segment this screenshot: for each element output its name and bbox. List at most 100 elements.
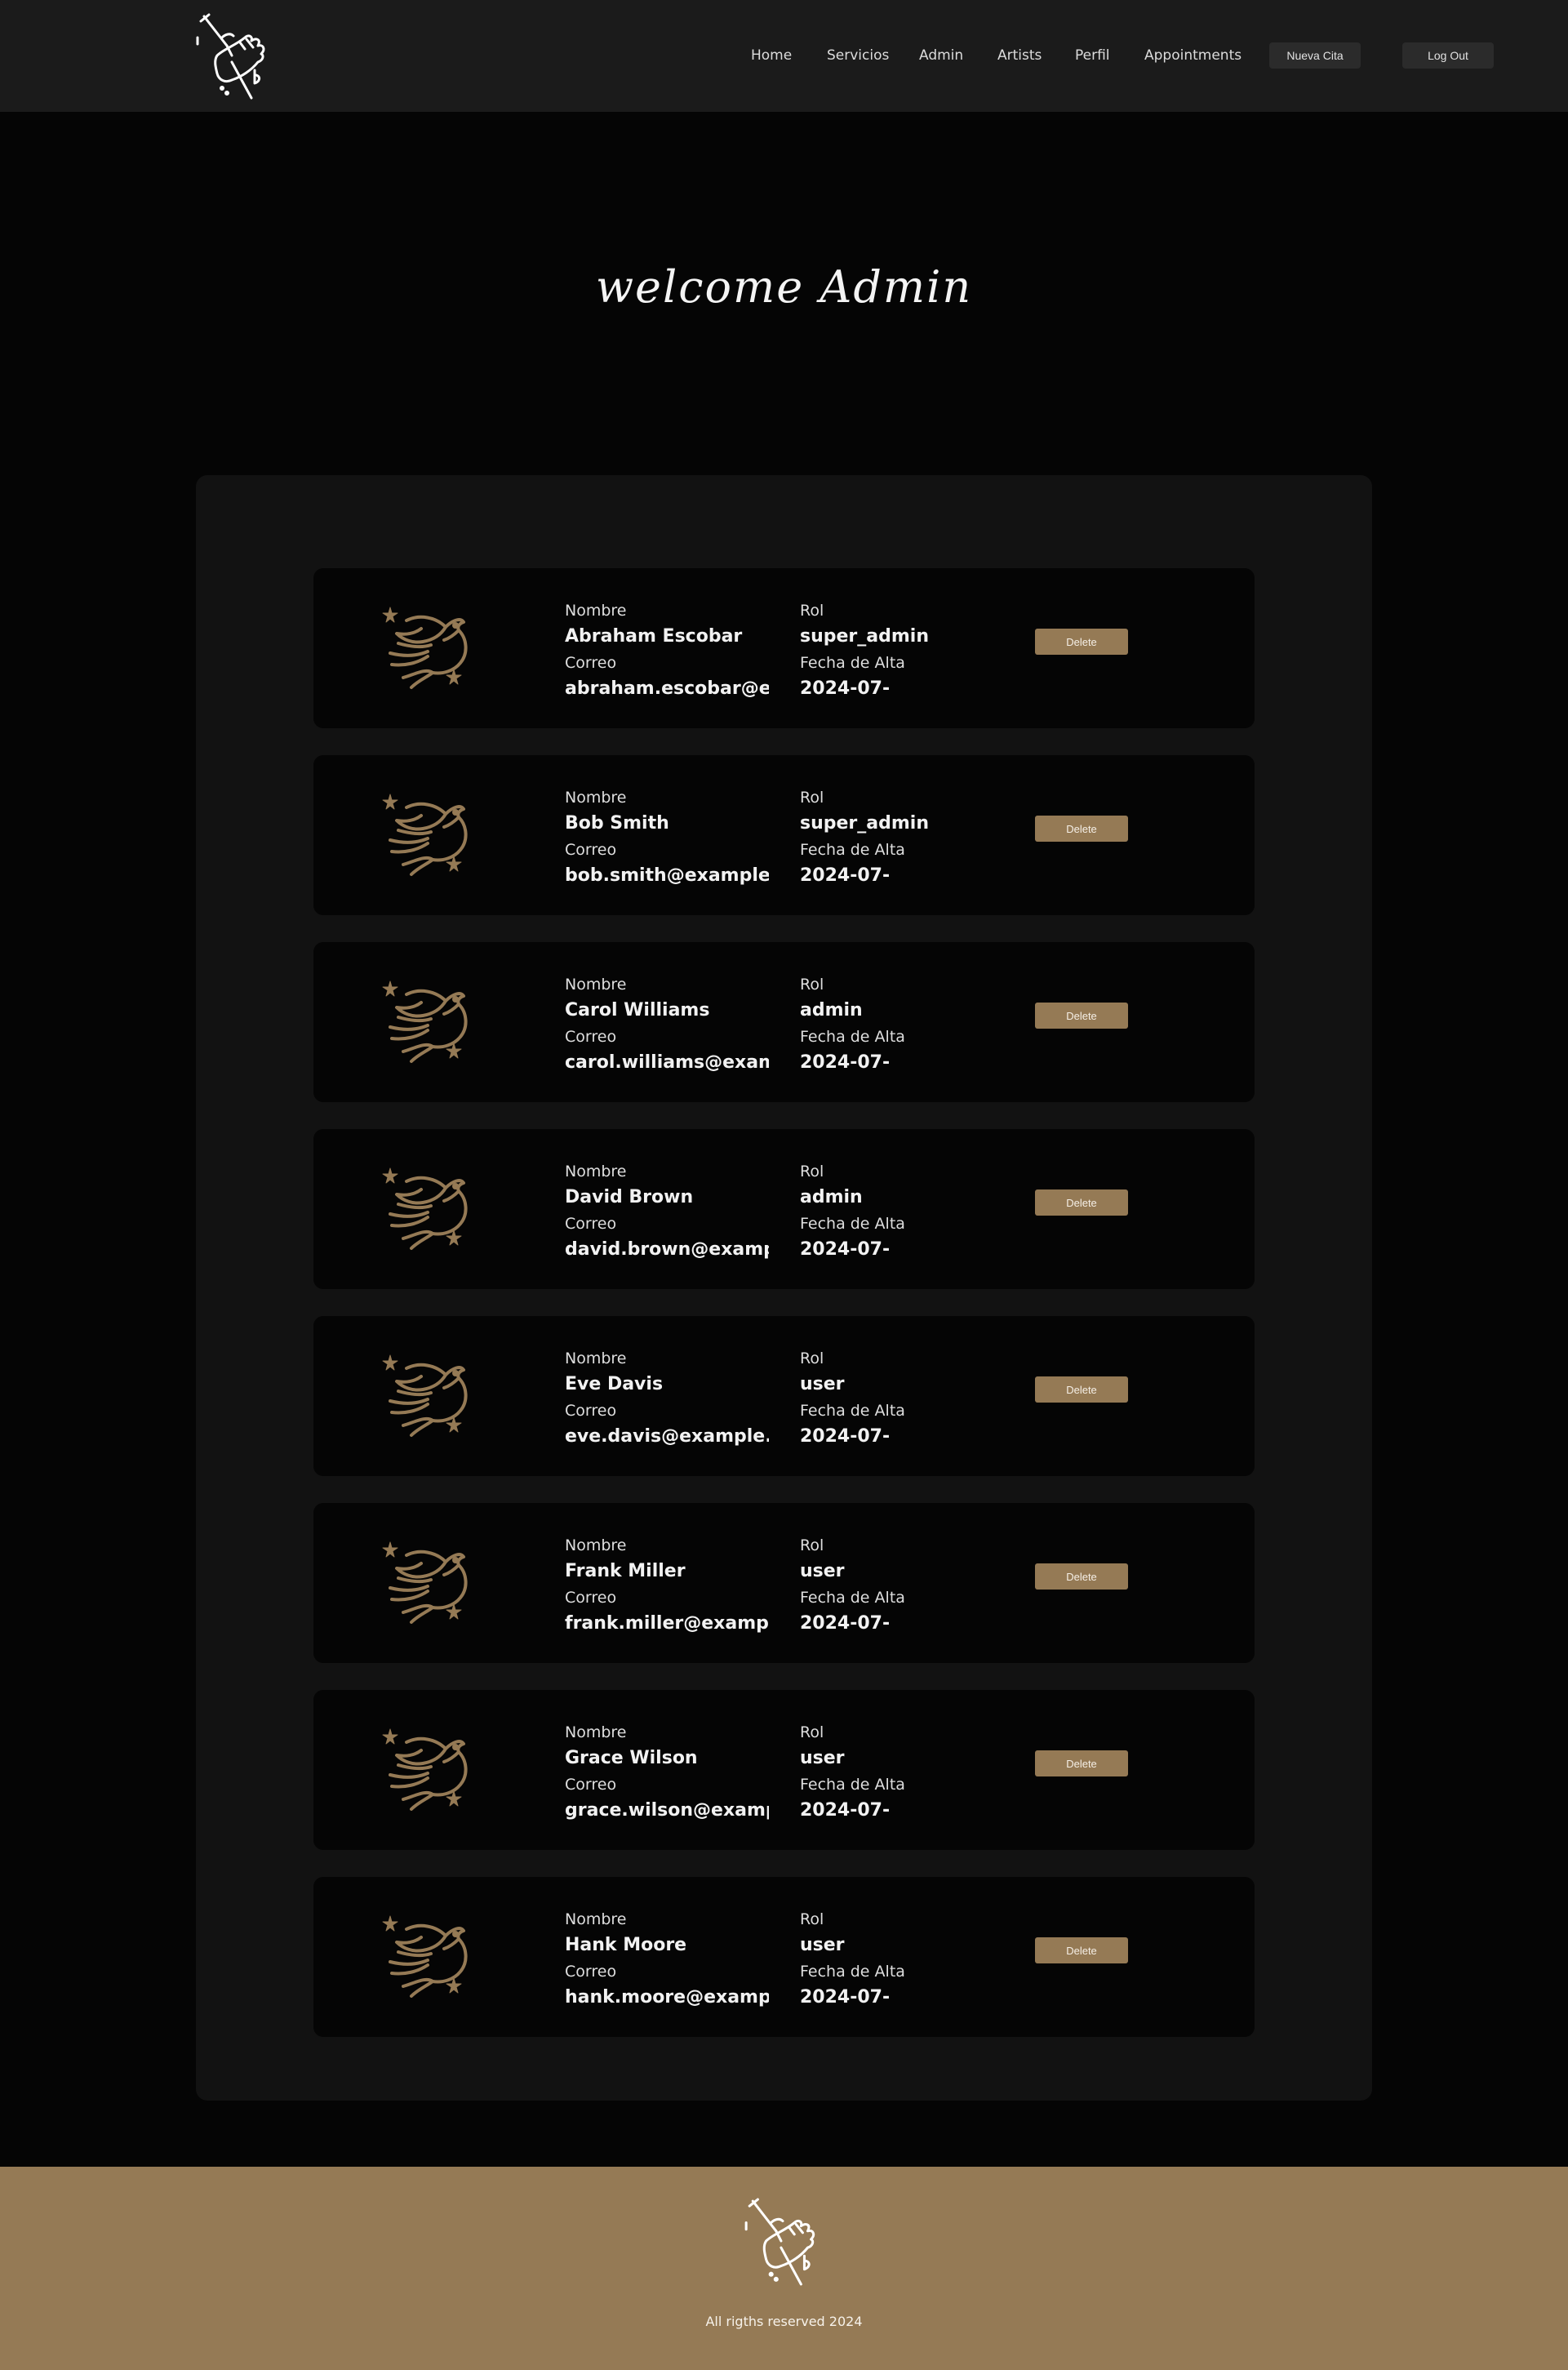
user-card: Nombre Carol Williams Correo carol.willi… xyxy=(313,942,1255,1102)
user-card: Nombre Eve Davis Correo eve.davis@exampl… xyxy=(313,1316,1255,1476)
signup-date-label: Fecha de Alta xyxy=(800,1776,905,1794)
user-email: eve.davis@example.cor xyxy=(565,1426,769,1447)
role-label: Rol xyxy=(800,1536,824,1554)
swallow-stars-icon xyxy=(382,1915,468,1998)
role-label: Rol xyxy=(800,1723,824,1741)
user-card: Nombre David Brown Correo david.brown@ex… xyxy=(313,1129,1255,1289)
user-role: user xyxy=(800,1374,845,1394)
swallow-stars-icon xyxy=(382,1354,468,1437)
signup-date-label: Fecha de Alta xyxy=(800,1215,905,1233)
user-role-column: Rol super_admin Fecha de Alta 2024-07- xyxy=(800,598,1004,702)
user-signup-date: 2024-07- xyxy=(800,678,891,699)
nav-home-link[interactable]: Home xyxy=(751,47,792,64)
footer xyxy=(0,2167,1568,2370)
user-card: Nombre Hank Moore Correo hank.moore@exam… xyxy=(313,1877,1255,2037)
user-role-column: Rol super_admin Fecha de Alta 2024-07- xyxy=(800,785,1004,889)
copyright-text: All rigths reserved 2024 xyxy=(705,2314,863,2329)
user-email: frank.miller@example.c xyxy=(565,1613,769,1634)
user-signup-date: 2024-07- xyxy=(800,1800,891,1821)
swallow-stars-icon xyxy=(382,607,468,689)
delete-user-button[interactable]: Delete xyxy=(1035,1003,1128,1029)
nav-admin-link[interactable]: Admin xyxy=(919,47,963,64)
swallow-stars-icon xyxy=(382,1167,468,1250)
nav-appointments-link[interactable]: Appointments xyxy=(1144,47,1242,64)
user-name: Abraham Escobar xyxy=(565,626,743,647)
name-label: Nombre xyxy=(565,789,627,807)
user-info-column: Nombre Bob Smith Correo bob.smith@exampl… xyxy=(565,785,769,889)
swallow-stars-icon xyxy=(382,1541,468,1624)
name-label: Nombre xyxy=(565,1163,627,1181)
name-label: Nombre xyxy=(565,1910,627,1928)
signup-date-label: Fecha de Alta xyxy=(800,1402,905,1420)
user-info-column: Nombre Hank Moore Correo hank.moore@exam… xyxy=(565,1906,769,2011)
delete-user-button[interactable]: Delete xyxy=(1035,1376,1128,1403)
user-signup-date: 2024-07- xyxy=(800,1239,891,1260)
email-label: Correo xyxy=(565,1963,617,1981)
signup-date-label: Fecha de Alta xyxy=(800,654,905,672)
delete-user-button[interactable]: Delete xyxy=(1035,1563,1128,1590)
user-signup-date: 2024-07- xyxy=(800,1052,891,1073)
welcome-heading: welcome Admin xyxy=(595,261,973,313)
signup-date-label: Fecha de Alta xyxy=(800,1028,905,1046)
delete-user-button[interactable]: Delete xyxy=(1035,816,1128,842)
role-label: Rol xyxy=(800,1163,824,1181)
user-email: hank.moore@example. xyxy=(565,1987,769,2008)
email-label: Correo xyxy=(565,1402,617,1420)
user-role: admin xyxy=(800,1000,863,1020)
email-label: Correo xyxy=(565,654,617,672)
email-label: Correo xyxy=(565,1589,617,1607)
nav-servicios-link[interactable]: Servicios xyxy=(827,47,889,64)
user-card: Nombre Grace Wilson Correo grace.wilson@… xyxy=(313,1690,1255,1850)
user-role: super_admin xyxy=(800,626,929,647)
delete-user-button[interactable]: Delete xyxy=(1035,629,1128,655)
user-name: Frank Miller xyxy=(565,1561,686,1581)
user-signup-date: 2024-07- xyxy=(800,1987,891,2008)
user-card: Nombre Abraham Escobar Correo abraham.es… xyxy=(313,568,1255,728)
swallow-stars-icon xyxy=(382,1728,468,1811)
user-name: Bob Smith xyxy=(565,813,669,834)
main-nav: Home Servicios Admin Artists Perfil Appo… xyxy=(0,0,1568,112)
new-appointment-button[interactable]: Nueva Cita xyxy=(1269,42,1361,69)
swallow-stars-icon xyxy=(382,980,468,1063)
user-email: david.brown@example. xyxy=(565,1239,769,1260)
dagger-hand-logo-icon xyxy=(744,2198,815,2286)
user-role-column: Rol user Fecha de Alta 2024-07- xyxy=(800,1906,1004,2011)
user-info-column: Nombre Carol Williams Correo carol.willi… xyxy=(565,972,769,1076)
user-email: bob.smith@example.co xyxy=(565,865,769,886)
user-role: admin xyxy=(800,1187,863,1207)
email-label: Correo xyxy=(565,1776,617,1794)
user-role-column: Rol user Fecha de Alta 2024-07- xyxy=(800,1719,1004,1824)
user-signup-date: 2024-07- xyxy=(800,1426,891,1447)
email-label: Correo xyxy=(565,1028,617,1046)
logout-button[interactable]: Log Out xyxy=(1402,42,1494,69)
signup-date-label: Fecha de Alta xyxy=(800,1963,905,1981)
user-info-column: Nombre Eve Davis Correo eve.davis@exampl… xyxy=(565,1345,769,1450)
user-name: Hank Moore xyxy=(565,1935,687,1955)
email-label: Correo xyxy=(565,1215,617,1233)
role-label: Rol xyxy=(800,789,824,807)
user-role-column: Rol admin Fecha de Alta 2024-07- xyxy=(800,972,1004,1076)
top-navbar: Home Servicios Admin Artists Perfil Appo… xyxy=(0,0,1568,112)
delete-user-button[interactable]: Delete xyxy=(1035,1937,1128,1963)
user-card: Nombre Bob Smith Correo bob.smith@exampl… xyxy=(313,755,1255,915)
delete-user-button[interactable]: Delete xyxy=(1035,1750,1128,1776)
user-role-column: Rol user Fecha de Alta 2024-07- xyxy=(800,1345,1004,1450)
user-info-column: Nombre David Brown Correo david.brown@ex… xyxy=(565,1158,769,1263)
user-email: abraham.escobar@exar xyxy=(565,678,769,699)
user-name: Eve Davis xyxy=(565,1374,664,1394)
user-email: carol.williams@exampl xyxy=(565,1052,769,1073)
user-name: Carol Williams xyxy=(565,1000,710,1020)
user-card: Nombre Frank Miller Correo frank.miller@… xyxy=(313,1503,1255,1663)
user-role: user xyxy=(800,1561,845,1581)
nav-artists-link[interactable]: Artists xyxy=(997,47,1042,64)
delete-user-button[interactable]: Delete xyxy=(1035,1189,1128,1216)
user-info-column: Nombre Frank Miller Correo frank.miller@… xyxy=(565,1532,769,1637)
email-label: Correo xyxy=(565,841,617,859)
user-info-column: Nombre Grace Wilson Correo grace.wilson@… xyxy=(565,1719,769,1824)
role-label: Rol xyxy=(800,1350,824,1367)
name-label: Nombre xyxy=(565,1723,627,1741)
user-role-column: Rol user Fecha de Alta 2024-07- xyxy=(800,1532,1004,1637)
name-label: Nombre xyxy=(565,1350,627,1367)
nav-perfil-link[interactable]: Perfil xyxy=(1075,47,1110,64)
user-name: Grace Wilson xyxy=(565,1748,698,1768)
